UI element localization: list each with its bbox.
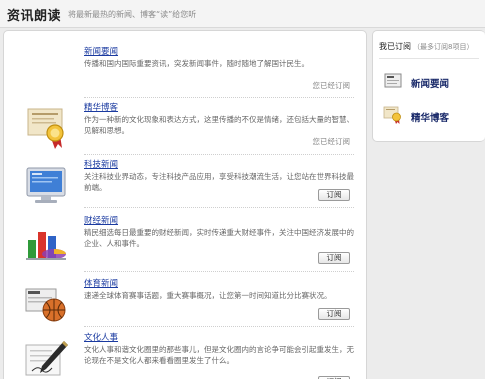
subscribe-button[interactable]: 订阅 [318,308,350,320]
subscribe-button[interactable]: 订阅 [318,252,350,264]
subscribe-button[interactable]: 订阅 [318,189,350,201]
subscribed-status: 您已经订阅 [312,137,351,146]
medal-icon [383,106,401,124]
divider [84,326,354,327]
channel-description: 关注科技业界动态，专注科技产品应用，享受科技潮流生活，让您站在世界科技最前端。 [84,172,354,192]
pen-icon [25,341,68,376]
subscribed-status: 您已经订阅 [312,81,351,90]
subscribed-limit-note: （最多订阅8项目） [413,43,474,51]
channel-item-culture: 文化人事 文化人事和谐文化圈里的那些事儿，但是文化圈内的言论争可能会引起重发生，… [4,331,366,379]
medal-icon [27,108,64,149]
divider [84,154,354,155]
channel-item-sports: 体育新闻 速递全球体育赛事话题，重大赛事概况，让您第一时间知道比分比赛状况。 订… [4,277,366,329]
page-subtitle: 将最新最热的新闻、博客“读”给您听 [68,10,197,19]
channel-item-news: 新闻要闻 传播和国内国际重要资讯，突发新闻事件，随时随地了解国计民生。 您已经订… [4,45,366,101]
divider [84,97,354,98]
channel-name-link[interactable]: 新闻要闻 [84,45,118,57]
basketball-icon [25,288,66,322]
divider [379,58,479,59]
channel-description: 文化人事和谐文化圈里的那些事儿，但是文化圈内的言论争可能会引起重发生，无论现在不… [84,345,354,365]
subscribed-item-label: 精华博客 [411,113,450,124]
channel-list: 新闻要闻 传播和国内国际重要资讯，突发新闻事件，随时随地了解国计民生。 您已经订… [3,30,367,379]
monitor-icon [26,167,66,203]
channel-name-link[interactable]: 财经新闻 [84,214,118,226]
channel-description: 传播和国内国际重要资讯，突发新闻事件，随时随地了解国计民生。 [84,59,309,68]
subscribed-panel: 我已订阅 （最多订阅8项目） 新闻要闻 精华博客 [372,30,485,142]
channel-item-tech: 科技新闻 关注科技业界动态，专注科技产品应用，享受科技潮流生活，让您站在世界科技… [4,158,366,214]
subscribed-item-blog[interactable]: 精华博客 [383,105,483,127]
channel-item-finance: 财经新闻 精民细选每日最重要的财经新闻，实时传递重大财经事件，关注中国经济发展中… [4,214,366,274]
app-header: 资讯朗读 将最新最热的新闻、博客“读”给您听 [0,0,485,28]
channel-name-link[interactable]: 科技新闻 [84,158,118,170]
channel-description: 速递全球体育赛事话题，重大赛事概况，让您第一时间知道比分比赛状况。 [84,291,332,300]
chart-icon [26,232,66,260]
channel-item-blog: 精华博客 作为一种新的文化现象和表达方式，这里传播的不仅是情绪，还包括大量的智慧… [4,101,366,157]
page-title: 资讯朗读 [7,9,62,24]
channel-name-link[interactable]: 文化人事 [84,331,118,343]
subscribed-item-news[interactable]: 新闻要闻 [383,71,483,93]
subscribed-item-label: 新闻要闻 [411,79,450,90]
newspaper-icon [384,73,402,88]
divider [84,271,354,272]
subscribed-heading: 我已订阅 （最多订阅8项目） [379,41,473,52]
channel-name-link[interactable]: 体育新闻 [84,277,118,289]
channel-name-link[interactable]: 精华博客 [84,101,118,113]
divider [84,207,354,208]
channel-description: 作为一种新的文化现象和表达方式，这里传播的不仅是情绪，还包括大量的智慧、见解和思… [84,115,354,135]
channel-description: 精民细选每日最重要的财经新闻，实时传递重大财经事件，关注中国经济发展中的企业、人… [84,228,354,248]
subscribed-title: 我已订阅 [379,42,411,51]
